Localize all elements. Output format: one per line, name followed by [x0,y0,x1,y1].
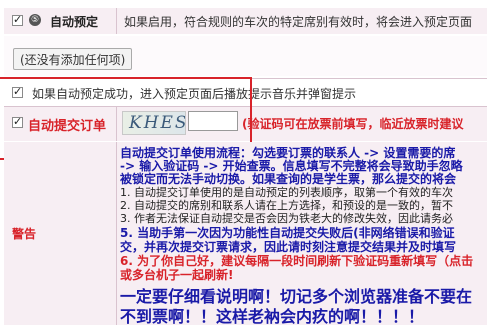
music-option-row: 如果自动预定成功，进入预定页面后播放提示音乐并弹窗提示 [4,82,487,104]
auto-reserve-checkbox[interactable] [12,13,23,27]
separator [116,142,117,325]
question-circle-icon: ⑤ [29,14,41,26]
warning-label: 警告 [12,227,37,241]
music-option-checkbox[interactable] [12,85,23,99]
captcha-text: KHES [129,113,186,133]
add-item-button[interactable]: (还没有添加任何项) [13,48,133,70]
auto-submit-row: 自动提交订单 KHES (验证码可在放票前填写，临近放票时建议 [4,107,487,141]
warning-text: 自动提交订单使用流程：勾选要订票的联系人 -> 设置需要的席 -> 输入验证码 … [120,144,487,325]
notice-line: 或多台机子一起刷新! [120,268,234,282]
auto-reserve-row: ⑤ 自动预定 如果启用，符合规则的车次的特定席别有效时，将会进入预定页面 [4,8,487,34]
auto-submit-label: 自动提交订单 [28,119,107,134]
captcha-image[interactable]: KHES [122,111,186,135]
captcha-input[interactable] [188,111,238,131]
option-list-row: (还没有添加任何项) [4,36,487,76]
separator [116,8,117,34]
auto-submit-hint: (验证码可在放票前填写，临近放票时建议 [242,117,464,131]
music-option-label: 如果自动预定成功，进入预定页面后播放提示音乐并弹窗提示 [32,87,357,101]
divider [4,78,487,79]
separator [116,107,117,141]
auto-reserve-label: 自动预定 [50,15,99,29]
auto-submit-checkbox[interactable] [12,115,23,129]
auto-reserve-desc: 如果启用，符合规则的车次的特定席别有效时，将会进入预定页面 [124,15,473,29]
notice-line: 不到票啊！！这样老衲会内疚的啊！！！！ [120,307,425,325]
